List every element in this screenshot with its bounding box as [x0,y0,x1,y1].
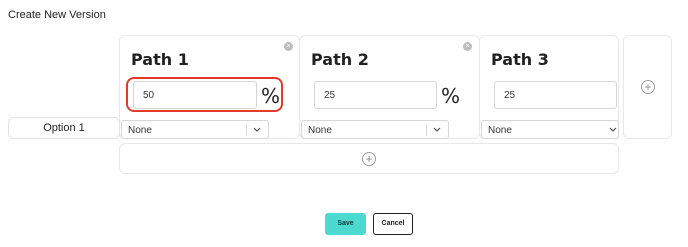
chevron-down-icon [433,127,441,132]
path-1-percent-symbol: % [261,84,281,108]
path-1-select-value: None [128,125,152,136]
path-1-select[interactable]: None [121,120,269,139]
path-header-1: Path 1 [131,50,189,69]
page-title: Create New Version [8,9,106,21]
save-button[interactable]: Save [325,213,366,235]
path-2-select-divider [426,125,427,136]
path-3-percentage-input[interactable]: 25 [494,81,617,109]
add-path-card[interactable]: + [623,35,672,139]
path-2-percent-symbol: % [441,84,461,108]
path-header-2: Path 2 [311,50,369,69]
remove-path-1-close-icon[interactable]: × [284,42,293,51]
path-header-3: Path 3 [491,50,549,69]
path-3-select-value: None [488,125,512,136]
path-2-percentage-input[interactable]: 25 [314,81,437,109]
path-2-select[interactable]: None [301,120,449,139]
add-option-card[interactable]: + [119,143,619,174]
option-label: Option 1 [8,117,120,139]
add-path-plus-icon[interactable]: + [641,80,655,94]
chevron-down-icon [253,127,261,132]
cancel-button[interactable]: Cancel [373,213,413,235]
path-2-select-value: None [308,125,332,136]
chevron-down-icon [609,127,617,132]
remove-path-2-close-icon[interactable]: × [463,42,472,51]
path-3-select[interactable]: None [481,120,619,139]
path-1-select-divider [246,125,247,136]
add-option-plus-icon[interactable]: + [362,152,376,166]
path-1-percentage-input[interactable]: 50 [133,81,257,109]
